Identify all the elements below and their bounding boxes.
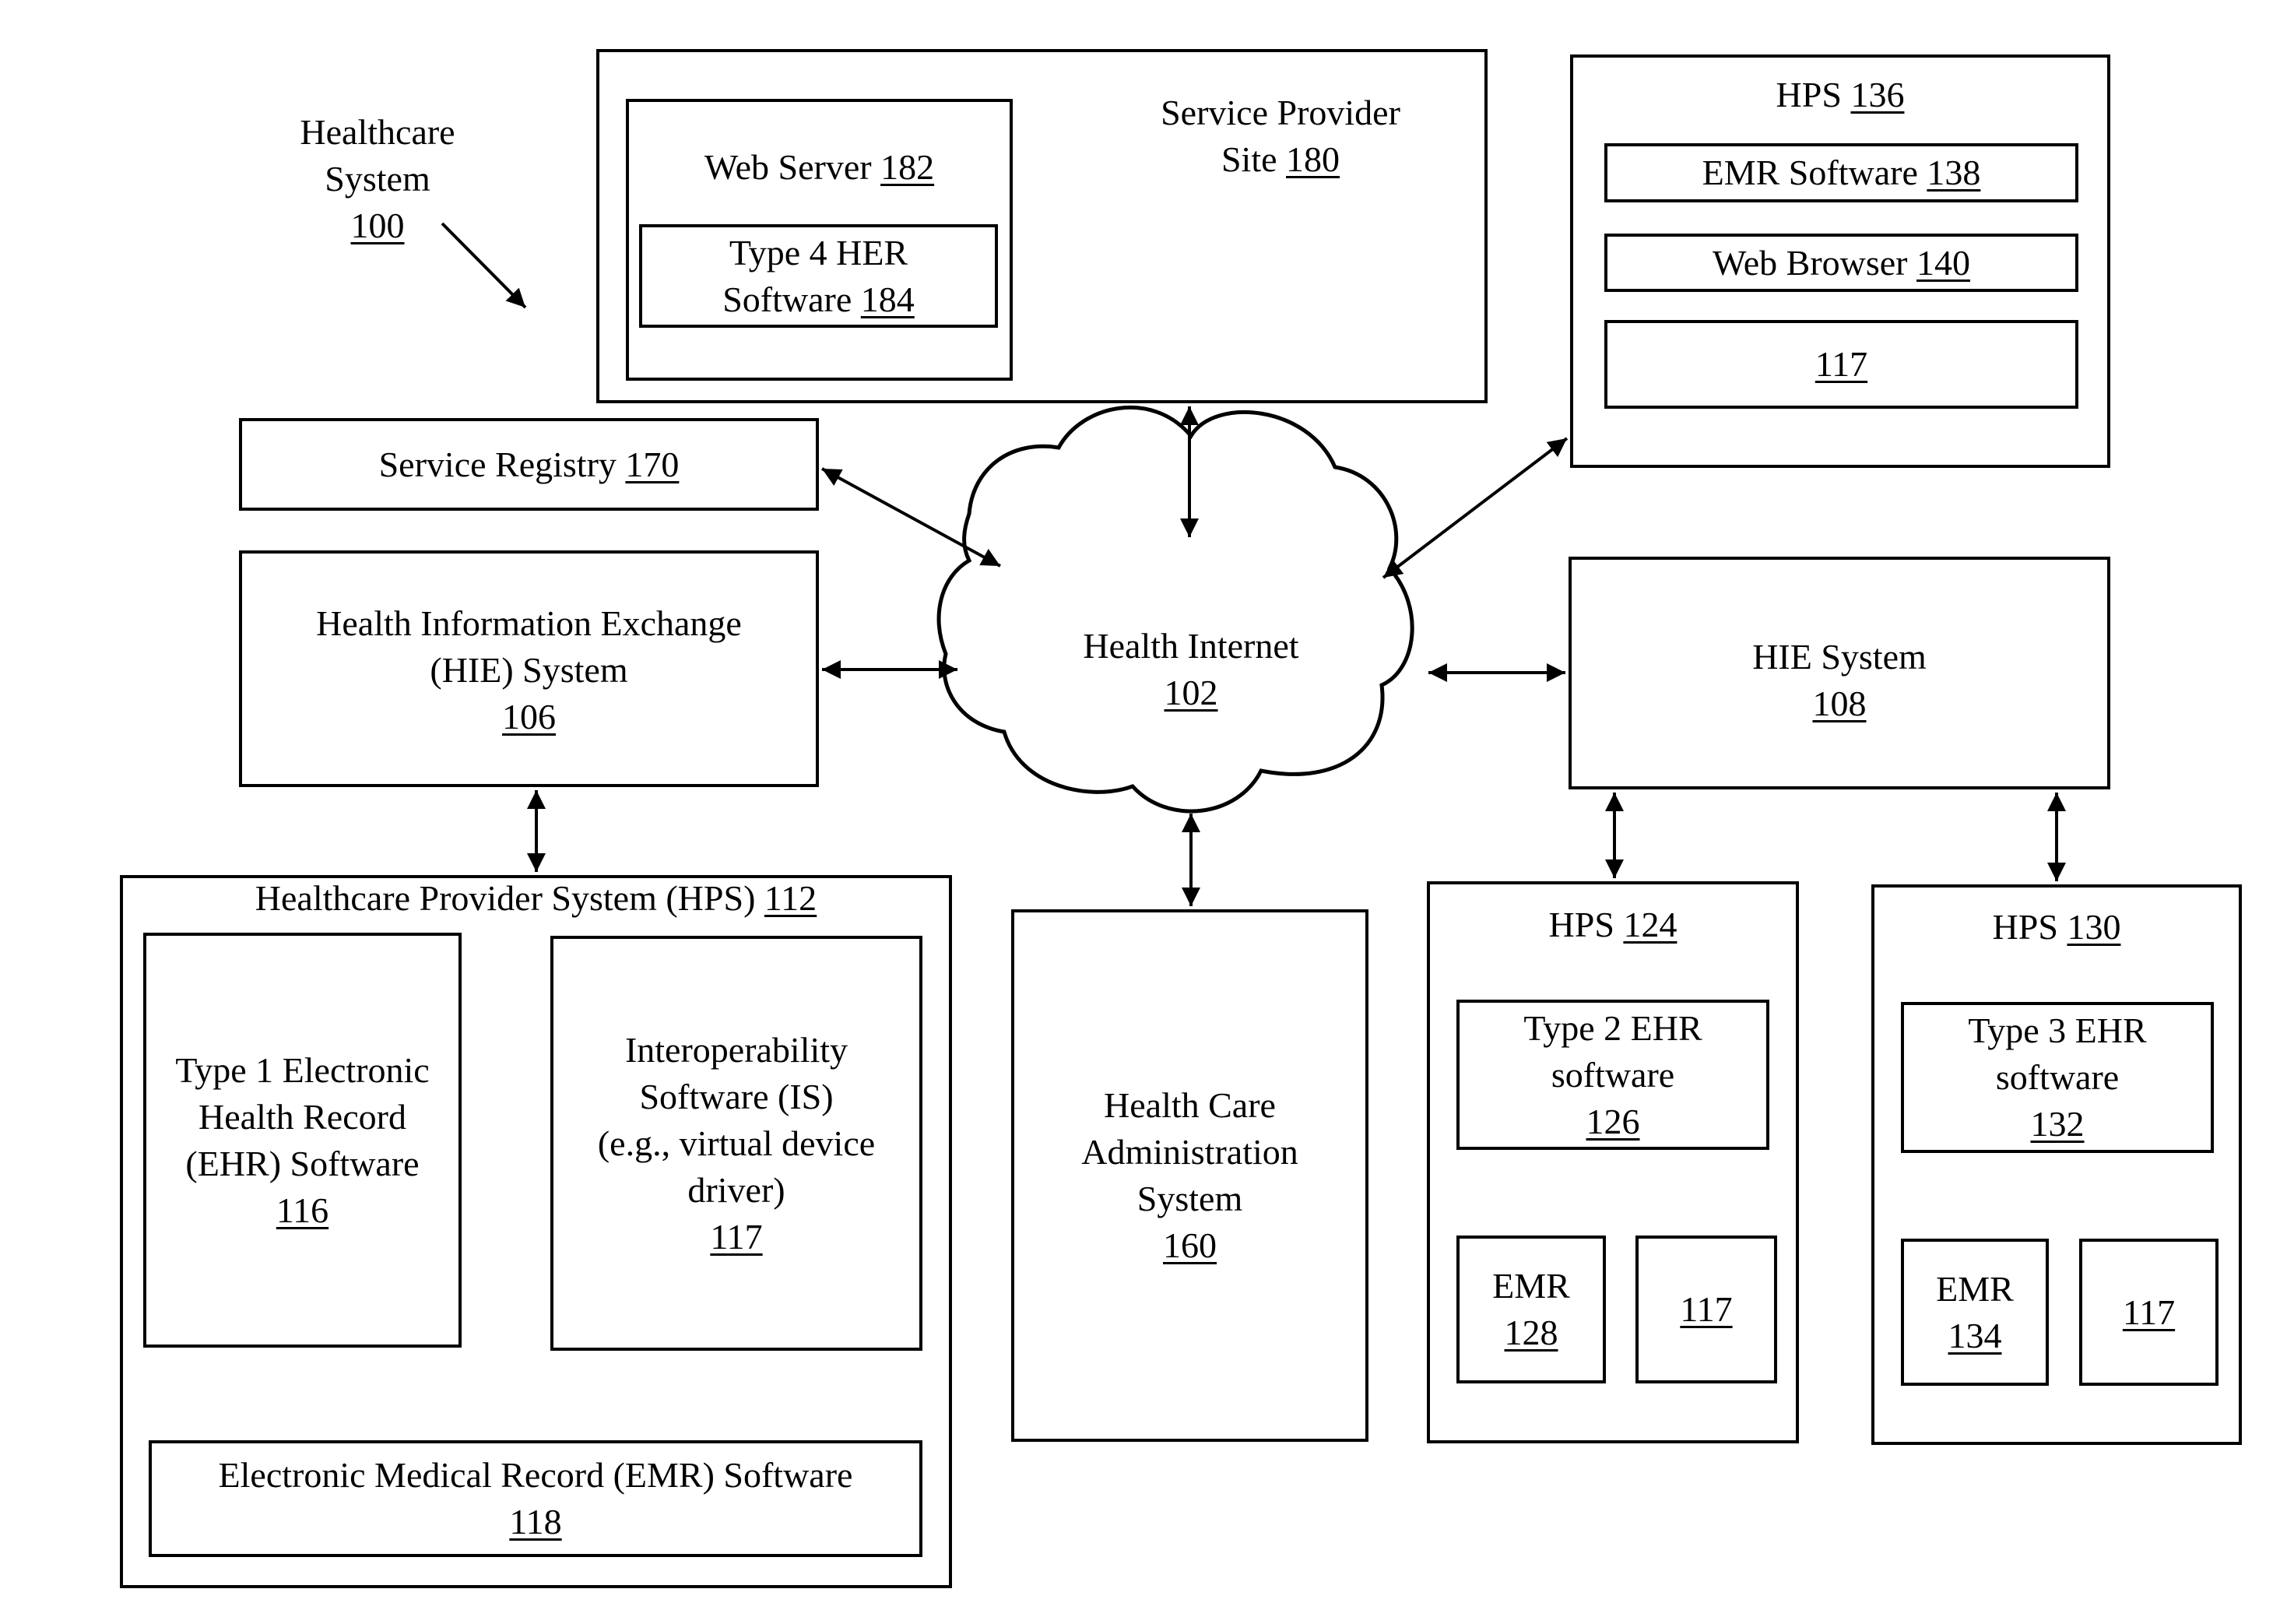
emr-software-138[interactable]: EMR Software 138: [1604, 143, 2078, 202]
type4-her-software[interactable]: Type 4 HER Software 184: [639, 224, 998, 328]
hie-system-106[interactable]: Health Information Exchange (HIE) System…: [239, 550, 819, 787]
service-registry[interactable]: Service Registry 170: [239, 418, 819, 511]
system-ref: 100: [350, 206, 405, 245]
emr-software-118[interactable]: Electronic Medical Record (EMR) Software…: [149, 1440, 922, 1557]
health-care-administration-160[interactable]: Health Care Administration System 160: [1011, 909, 1368, 1442]
hps-130-label: HPS 130: [1992, 907, 2121, 947]
emr-128[interactable]: EMR 128: [1456, 1236, 1606, 1383]
web-server-label: Web Server 182: [704, 147, 935, 187]
ehr-software-126[interactable]: Type 2 EHR software 126: [1456, 1000, 1769, 1150]
interoperability-software-124[interactable]: 117: [1635, 1236, 1777, 1383]
interoperability-software-117[interactable]: Interoperability Software (IS) (e.g., vi…: [550, 936, 922, 1351]
ehr-software-132[interactable]: Type 3 EHR software 132: [1901, 1002, 2214, 1153]
interoperability-software-136[interactable]: 117: [1604, 320, 2078, 409]
health-internet-label: Health Internet 102: [1083, 626, 1299, 712]
service-provider-site-label: Service Provider Site 180: [1161, 93, 1400, 179]
emr-134[interactable]: EMR 134: [1901, 1239, 2049, 1386]
hps-124-label: HPS 124: [1548, 905, 1678, 944]
arrow-hps136-cloud: [1382, 437, 1569, 579]
system-label: Healthcare System 100: [300, 112, 455, 245]
web-browser-140[interactable]: Web Browser 140: [1604, 234, 2078, 292]
hps-112-label: Healthcare Provider System (HPS) 112: [255, 878, 817, 918]
hps-136-label: HPS 136: [1776, 75, 1905, 114]
interoperability-software-130[interactable]: 117: [2079, 1239, 2219, 1386]
ehr-software-116[interactable]: Type 1 Electronic Health Record (EHR) So…: [143, 933, 462, 1348]
health-internet-cloud: [936, 405, 1414, 814]
hie-system-108[interactable]: HIE System 108: [1569, 557, 2110, 789]
